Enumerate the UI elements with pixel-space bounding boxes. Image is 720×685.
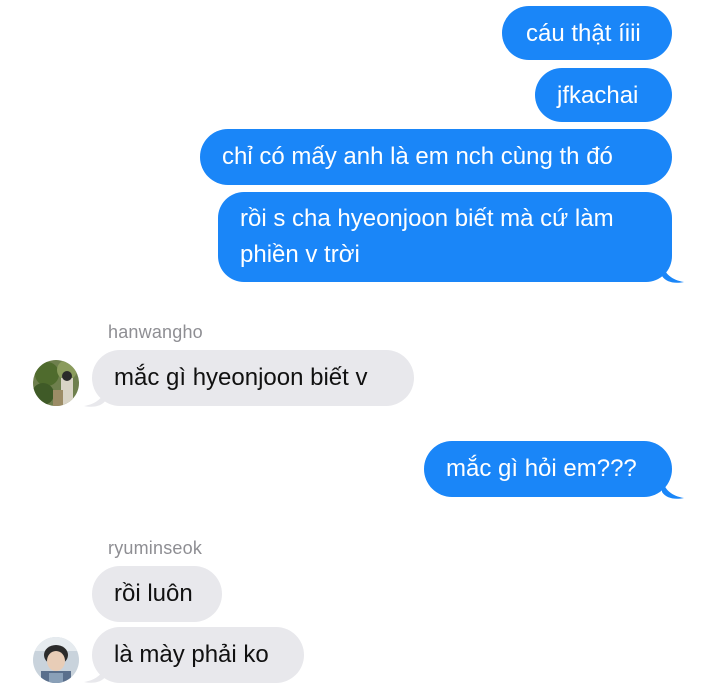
outgoing-message[interactable]: chỉ có mấy anh là em nch cùng th đó: [200, 129, 672, 185]
incoming-message[interactable]: mắc gì hyeonjoon biết v: [92, 350, 414, 406]
bubble-tail-icon: [84, 662, 106, 683]
bubble-tail-icon: [662, 478, 684, 499]
sender-name: hanwangho: [108, 322, 203, 342]
avatar[interactable]: [33, 637, 79, 683]
avatar-photo-icon: [33, 360, 79, 406]
incoming-message[interactable]: rồi luôn: [92, 566, 222, 622]
bubble-tail-icon: [662, 262, 684, 283]
incoming-message[interactable]: là mày phải ko: [92, 627, 304, 683]
outgoing-message[interactable]: mắc gì hỏi em???: [424, 441, 672, 497]
avatar[interactable]: [33, 360, 79, 406]
bubble-tail-icon: [84, 386, 106, 407]
outgoing-message-multiline[interactable]: rồi s cha hyeonjoon biết mà cứ làm phiền…: [218, 192, 672, 282]
sender-name: ryuminseok: [108, 538, 203, 558]
message-line: rồi s cha hyeonjoon biết mà cứ làm: [240, 205, 614, 232]
avatar-photo-icon: [33, 637, 79, 683]
message-line: phiền v trời: [240, 241, 360, 268]
outgoing-message[interactable]: jfkachai: [535, 68, 672, 122]
outgoing-message[interactable]: cáu thật íiii: [502, 6, 672, 60]
